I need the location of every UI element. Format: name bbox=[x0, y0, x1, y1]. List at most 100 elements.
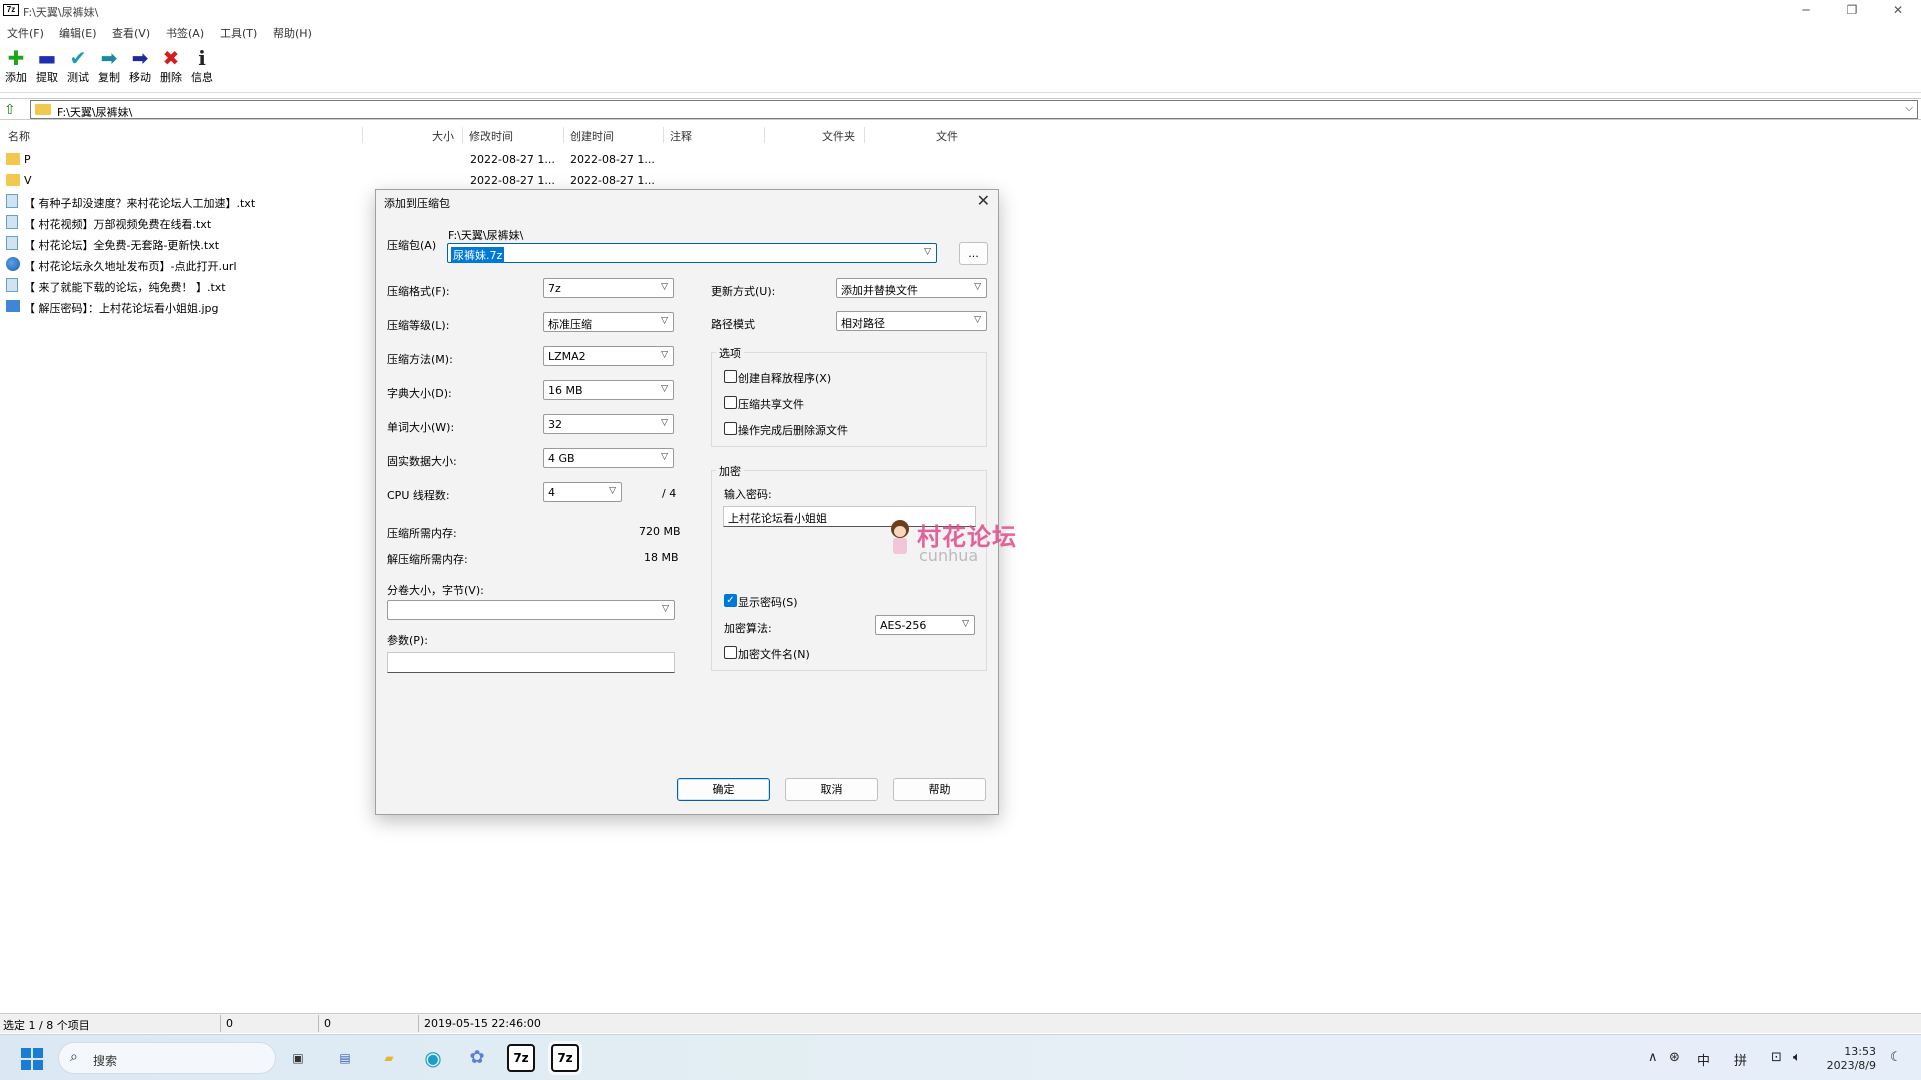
volume-icon[interactable]: 🔈︎ bbox=[1793, 1050, 1801, 1065]
task-view-icon[interactable]: ▣ bbox=[284, 1044, 312, 1072]
file-row[interactable]: V 2022-08-27 1... 2022-08-27 1... bbox=[0, 170, 680, 190]
taskbar-clock[interactable]: 13:53 2023/8/9 bbox=[1826, 1045, 1876, 1073]
dict-select[interactable]: 16 MB ▽ bbox=[543, 380, 674, 400]
sfx-checkbox[interactable] bbox=[724, 370, 737, 383]
encryption-title: 加密 bbox=[716, 463, 744, 479]
shared-files-checkbox[interactable] bbox=[724, 396, 737, 409]
delete-button[interactable]: ✖ 删除 bbox=[155, 47, 187, 91]
ime-pinyin-icon[interactable]: 拼 bbox=[1734, 1050, 1747, 1069]
up-folder-icon[interactable]: ⇧ bbox=[4, 101, 22, 119]
solid-select[interactable]: 4 GB ▽ bbox=[543, 448, 674, 468]
help-button[interactable]: 帮助 bbox=[893, 778, 986, 801]
menu-edit[interactable]: 编辑(E) bbox=[59, 25, 97, 41]
notification-icon[interactable]: ☾ bbox=[1890, 1050, 1902, 1065]
add-button[interactable]: ✚ 添加 bbox=[0, 47, 32, 91]
extract-button[interactable]: ▬ 提取 bbox=[31, 47, 63, 91]
taskbar-search[interactable]: ⌕ 搜索 bbox=[58, 1042, 276, 1074]
column-divider[interactable] bbox=[462, 127, 463, 143]
delete-after-checkbox[interactable] bbox=[724, 422, 737, 435]
7zip-icon[interactable]: 7z bbox=[507, 1044, 535, 1072]
column-name[interactable]: 名称 bbox=[8, 128, 30, 144]
file-created: 2022-08-27 1... bbox=[570, 174, 655, 187]
file-name: P bbox=[24, 153, 31, 166]
show-password-checkbox[interactable]: ✓ bbox=[724, 594, 737, 607]
menu-file[interactable]: 文件(F) bbox=[7, 25, 44, 41]
params-input[interactable] bbox=[387, 652, 675, 673]
update-select[interactable]: 添加并替换文件 ▽ bbox=[836, 278, 987, 298]
chevron-down-icon: ▽ bbox=[962, 619, 969, 629]
column-files[interactable]: 文件 bbox=[936, 128, 958, 144]
status-packed-size: 0 bbox=[324, 1017, 331, 1030]
move-button[interactable]: ➡ 移动 bbox=[124, 47, 156, 91]
word-label: 单词大小(W): bbox=[387, 421, 455, 434]
level-label: 压缩等级(L): bbox=[387, 319, 450, 332]
show-password-label: 显示密码(S) bbox=[738, 596, 798, 609]
sfx-label: 创建自释放程序(X) bbox=[738, 372, 832, 385]
volume-combo[interactable]: ▽ bbox=[387, 600, 675, 620]
level-select[interactable]: 标准压缩 ▽ bbox=[543, 312, 674, 332]
store-icon[interactable]: ▤ bbox=[331, 1044, 359, 1072]
memory-decompress-value: 18 MB bbox=[644, 551, 679, 564]
menu-help[interactable]: 帮助(H) bbox=[273, 25, 312, 41]
info-button[interactable]: i 信息 bbox=[186, 47, 218, 91]
dict-label: 字典大小(D): bbox=[387, 387, 452, 400]
file-explorer-icon[interactable]: ▰ bbox=[375, 1044, 403, 1072]
column-size[interactable]: 大小 bbox=[432, 128, 454, 144]
file-row[interactable]: P 2022-08-27 1... 2022-08-27 1... bbox=[0, 149, 680, 169]
column-comment[interactable]: 注释 bbox=[670, 128, 692, 144]
close-button[interactable]: ✕ bbox=[1875, 0, 1921, 22]
encrypt-names-checkbox[interactable] bbox=[724, 646, 737, 659]
copy-button[interactable]: ➡ 复制 bbox=[93, 47, 125, 91]
column-divider[interactable] bbox=[764, 127, 765, 143]
browse-button[interactable]: ... bbox=[959, 242, 988, 265]
network-shield-icon[interactable]: ⊛ bbox=[1669, 1050, 1680, 1065]
ok-button[interactable]: 确定 bbox=[677, 778, 770, 801]
memory-compress-label: 压缩所需内存: bbox=[387, 527, 457, 540]
pathmode-select[interactable]: 相对路径 ▽ bbox=[836, 311, 987, 331]
menu-bookmarks[interactable]: 书签(A) bbox=[166, 25, 204, 41]
format-label: 压缩格式(F): bbox=[387, 285, 450, 298]
method-label: 压缩方法(M): bbox=[387, 353, 453, 366]
word-select[interactable]: 32 ▽ bbox=[543, 414, 674, 434]
chevron-up-icon[interactable]: ∧ bbox=[1648, 1050, 1658, 1065]
address-field[interactable]: F:\天翼\尿裤妹\ ⌵ bbox=[30, 100, 1918, 119]
image-file-icon bbox=[6, 300, 20, 312]
restore-button[interactable]: ❐ bbox=[1829, 0, 1875, 22]
status-datetime: 2019-05-15 22:46:00 bbox=[424, 1017, 541, 1030]
file-name: 【 有种子却没速度？来村花论坛人工加速】.txt bbox=[24, 197, 256, 210]
chevron-down-icon: ▽ bbox=[661, 282, 668, 292]
windows-start-icon[interactable] bbox=[21, 1048, 43, 1070]
text-file-icon bbox=[6, 236, 18, 250]
column-divider[interactable] bbox=[663, 127, 664, 143]
status-selection: 选定 1 / 8 个项目 bbox=[3, 1019, 90, 1032]
close-icon[interactable]: ✕ bbox=[977, 191, 990, 210]
column-divider[interactable] bbox=[864, 127, 865, 143]
menu-tools[interactable]: 工具(T) bbox=[220, 25, 257, 41]
dict-value: 16 MB bbox=[548, 384, 583, 397]
archive-name-combo[interactable]: 尿裤妹.7z ▽ bbox=[447, 243, 937, 263]
test-button[interactable]: ✔ 测试 bbox=[62, 47, 94, 91]
minimize-button[interactable]: ─ bbox=[1783, 0, 1829, 22]
cancel-button[interactable]: 取消 bbox=[785, 778, 878, 801]
ime-mode-icon[interactable]: 中 bbox=[1697, 1050, 1710, 1069]
chevron-down-icon: ▽ bbox=[924, 247, 931, 257]
format-select[interactable]: 7z ▽ bbox=[543, 278, 674, 298]
copilot-icon[interactable]: ✿ bbox=[463, 1044, 491, 1072]
column-folders[interactable]: 文件夹 bbox=[822, 128, 855, 144]
column-created[interactable]: 创建时间 bbox=[570, 128, 614, 144]
7zip-active-icon[interactable]: 7z bbox=[551, 1044, 579, 1072]
encryption-method-select[interactable]: AES-256 ▽ bbox=[875, 615, 975, 635]
display-icon[interactable]: ⊡ bbox=[1771, 1050, 1782, 1065]
menu-view[interactable]: 查看(V) bbox=[112, 25, 150, 41]
column-divider[interactable] bbox=[362, 127, 363, 143]
threads-select[interactable]: 4 ▽ bbox=[543, 482, 622, 502]
method-select[interactable]: LZMA2 ▽ bbox=[543, 346, 674, 366]
column-divider[interactable] bbox=[563, 127, 564, 143]
globe-icon bbox=[6, 257, 20, 271]
params-label: 参数(P): bbox=[387, 634, 428, 647]
edge-icon[interactable]: ◉ bbox=[419, 1044, 447, 1072]
chevron-down-icon: ▽ bbox=[609, 486, 616, 496]
chevron-down-icon[interactable]: ⌵ bbox=[1905, 103, 1913, 114]
move-icon: ➡ bbox=[131, 46, 149, 70]
column-modified[interactable]: 修改时间 bbox=[469, 128, 513, 144]
